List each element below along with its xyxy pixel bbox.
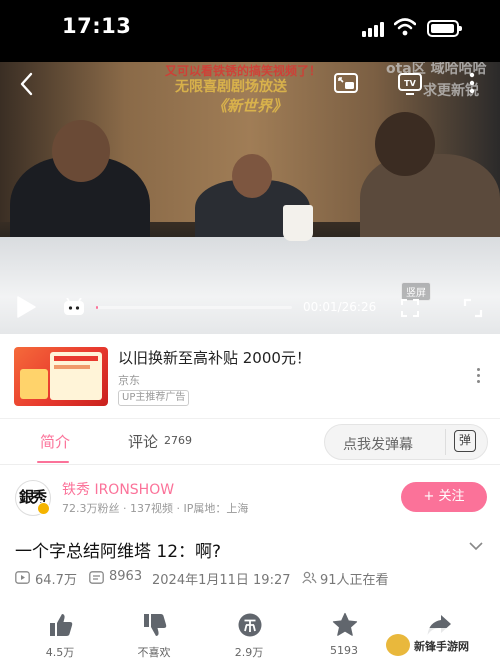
tab-comments[interactable]: 评论 (128, 431, 158, 452)
video-caption: 《新世界》 (212, 97, 288, 115)
favorite-count: 5193 (330, 644, 358, 657)
more-options-icon[interactable] (474, 368, 482, 386)
ad-thumbnail[interactable] (14, 347, 108, 406)
follow-button[interactable]: + 关注 (401, 482, 487, 512)
video-cup (283, 205, 313, 241)
battery-icon (427, 20, 462, 37)
danmaku-input[interactable]: 点我发弹幕 弹 (324, 424, 488, 460)
tab-active-indicator (37, 461, 69, 463)
back-icon[interactable] (14, 70, 42, 98)
svg-text:TV: TV (404, 79, 416, 88)
picture-in-picture-icon[interactable] (333, 71, 359, 95)
wifi-icon (394, 18, 416, 36)
verified-badge-icon (37, 502, 50, 515)
video-person-head (375, 112, 435, 176)
signal-icon (362, 21, 386, 37)
like-count: 4.5万 (45, 646, 75, 659)
video-person-head (232, 154, 272, 198)
danmaku-icon: 弹 (454, 430, 476, 452)
view-count: 64.7万 (35, 573, 77, 588)
progress-bar[interactable] (96, 306, 292, 309)
like-button[interactable]: 4.5万 (30, 610, 90, 660)
coin-icon (238, 613, 262, 637)
watermark-logo-icon (386, 634, 410, 656)
watermark-text: 新锋手游网 (414, 640, 469, 653)
dislike-label: 不喜欢 (137, 646, 171, 659)
progress-fill (96, 306, 98, 309)
tab-intro[interactable]: 简介 (40, 431, 70, 452)
chevron-down-icon[interactable] (469, 541, 483, 551)
danmaku-count-icon (89, 571, 104, 584)
status-time: 17:13 (62, 14, 132, 38)
danmaku-count: 8963 (109, 569, 143, 584)
comments-count[interactable]: 2769 (164, 434, 192, 447)
play-count-icon (15, 571, 30, 584)
ad-brand: 京东 (118, 374, 140, 387)
watching-now: 91人正在看 (320, 573, 389, 588)
video-player[interactable]: 又可以看铁锈的搞笑视频了！ 无限喜剧剧场放送 《新世界》 ota区 域哈哈哈 求… (0, 62, 500, 334)
thumbs-down-icon (144, 614, 167, 636)
ad-title[interactable]: 以旧换新至高补贴 2000元！ (118, 347, 311, 368)
coin-button[interactable]: 2.9万 (219, 610, 279, 660)
thumbs-up-icon (50, 614, 73, 636)
video-person-head (52, 120, 110, 182)
more-icon[interactable] (458, 70, 486, 96)
dislike-button[interactable]: 不喜欢 (124, 610, 184, 660)
ad-tag: UP主推荐广告 (118, 390, 190, 406)
uploader-row: 銀秀 铁秀 IRONSHOW 72.3万粉丝 · 137视频 · IP属地：上海… (0, 465, 500, 527)
tv-cast-icon[interactable]: TV (397, 70, 423, 96)
favorite-button[interactable]: 5193 (314, 610, 374, 660)
time-readout: 00:01/26:26 (303, 300, 377, 314)
star-icon (332, 612, 358, 636)
fullscreen-icon[interactable] (463, 298, 483, 318)
video-caption: 无限喜剧剧场放送 (175, 79, 287, 95)
uploader-name[interactable]: 铁秀 IRONSHOW (62, 479, 174, 499)
play-icon[interactable] (15, 295, 37, 319)
danmaku-settings-button[interactable]: 弹 (445, 429, 476, 455)
watermark: 新锋手游网 (382, 628, 494, 662)
tab-bar: 简介 评论 2769 点我发弹幕 弹 (0, 418, 500, 465)
danmaku-input-placeholder: 点我发弹幕 (343, 437, 413, 453)
publish-time: 2024年1月11日 19:27 (152, 573, 291, 588)
video-title: 一个字总结阿维塔 12：啊? (15, 542, 222, 562)
status-bar: 17:13 (0, 0, 500, 62)
video-meta: 64.7万 8963 2024年1月11日 19:27 91人正在看 (15, 569, 495, 588)
watching-icon (302, 571, 317, 584)
ad-card[interactable]: 以旧换新至高补贴 2000元！ 京东 UP主推荐广告 (0, 334, 500, 418)
uploader-stats: 72.3万粉丝 · 137视频 · IP属地：上海 (62, 502, 249, 515)
danmaku-toggle-icon[interactable] (63, 298, 85, 316)
portrait-mode-icon[interactable] (400, 298, 420, 318)
coin-count: 2.9万 (234, 646, 264, 659)
